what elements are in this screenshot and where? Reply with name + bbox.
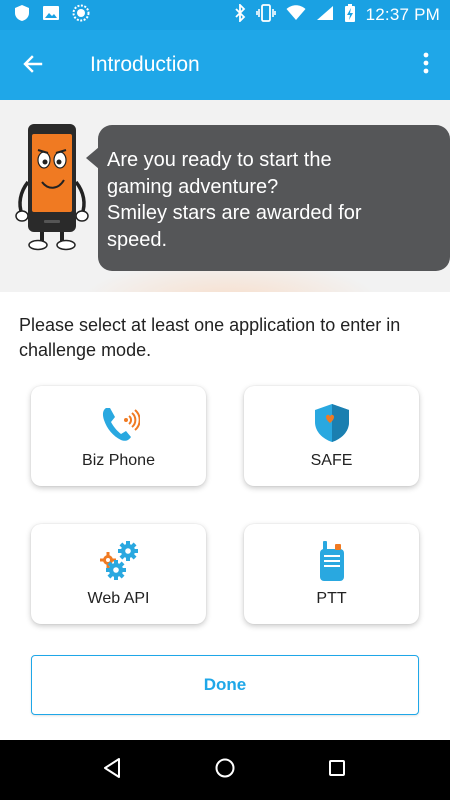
phone-mascot-illustration [14, 122, 90, 252]
page-title: Introduction [90, 53, 200, 76]
overflow-menu-button[interactable] [416, 50, 436, 80]
more-vertical-icon [423, 52, 429, 79]
status-time: 12:37 PM [365, 5, 440, 24]
shield-icon [14, 4, 30, 27]
system-nav-bar [0, 740, 450, 800]
status-bar: 12:37 PM [0, 0, 450, 30]
app-card-label: Biz Phone [82, 452, 155, 469]
back-button[interactable] [18, 51, 48, 81]
app-card-safe[interactable]: SAFE [244, 386, 419, 486]
circle-dots-icon [72, 4, 90, 27]
nav-home-button[interactable] [213, 758, 237, 782]
wifi-icon [286, 4, 306, 26]
app-card-ptt[interactable]: PTT [244, 524, 419, 624]
app-card-web-api[interactable]: Web API [31, 524, 206, 624]
app-card-label: SAFE [310, 452, 353, 469]
shield-heart-icon [311, 402, 353, 444]
back-triangle-icon [102, 757, 122, 784]
home-circle-icon [214, 757, 236, 784]
image-icon [42, 5, 60, 26]
battery-charging-icon [344, 3, 356, 28]
status-left-icons [0, 4, 90, 27]
recents-square-icon [327, 758, 347, 783]
bubble-line: Smiley stars are awarded for [107, 202, 362, 224]
nav-recents-button[interactable] [325, 758, 349, 782]
phone-wave-icon [98, 402, 140, 444]
instructions-text: Please select at least one application t… [19, 315, 401, 360]
gears-icon [98, 540, 140, 582]
app-bar: Introduction [0, 30, 450, 100]
bubble-line: gaming adventure? [107, 175, 279, 198]
done-button[interactable]: Done [31, 655, 419, 715]
bluetooth-icon [234, 2, 246, 27]
app-card-label: Web API [87, 590, 150, 607]
intro-banner: Are you ready to start the gaming advent… [0, 100, 450, 292]
speech-bubble: Are you ready to start the gaming advent… [86, 125, 450, 271]
bubble-line: speed. [107, 228, 168, 251]
status-right-icons: 12:37 PM [234, 0, 440, 30]
vibrate-icon [255, 3, 276, 27]
bubble-line: Are you ready to start the [107, 149, 332, 171]
arrow-left-icon [21, 52, 45, 81]
app-card-label: PTT [316, 590, 347, 607]
signal-icon [316, 5, 334, 26]
nav-back-button[interactable] [100, 757, 124, 784]
app-card-biz-phone[interactable]: Biz Phone [31, 386, 206, 486]
walkie-talkie-icon [311, 540, 353, 582]
